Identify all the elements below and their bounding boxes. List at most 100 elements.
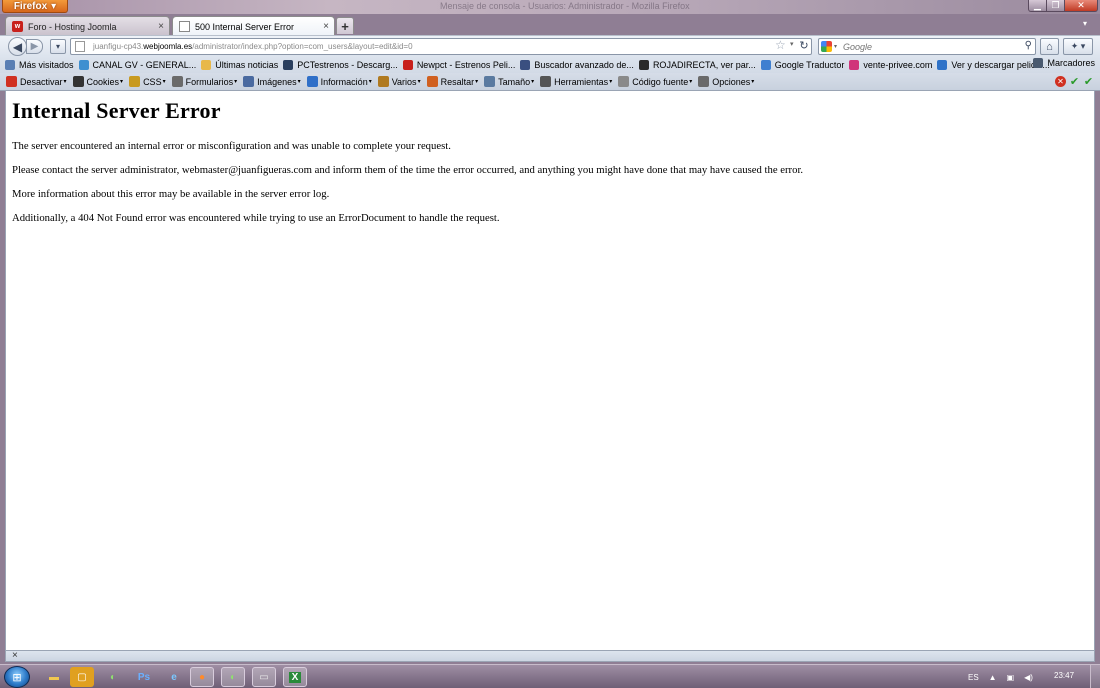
devtool-menu-button[interactable]: Código fuente ▾	[618, 76, 692, 87]
taskbar-window-button[interactable]: ▭	[252, 667, 276, 687]
addon-menu-button[interactable]: ✦ ▾	[1063, 38, 1093, 55]
misc-icon	[377, 76, 389, 87]
language-indicator[interactable]: ES	[968, 673, 979, 682]
back-button[interactable]: ◀	[8, 37, 27, 56]
volume-icon[interactable]: ◀)	[1024, 673, 1033, 682]
reload-button[interactable]: ↻	[797, 38, 811, 53]
taskbar-explorer-button[interactable]: ▬	[42, 667, 66, 687]
devtool-menu-button[interactable]: Desactivar ▾	[6, 76, 67, 87]
bookmark-item[interactable]: Buscador avanzado de...	[520, 59, 634, 70]
url-text[interactable]: juanfigu-cp43.webjoomla.es/administrator…	[93, 42, 413, 51]
devtool-label: Desactivar	[20, 76, 63, 87]
devtool-menu-button[interactable]: Resaltar ▾	[426, 76, 478, 87]
status-bar: ×	[5, 650, 1095, 662]
chevron-down-icon: ▾	[297, 79, 301, 85]
close-addon-bar-icon[interactable]: ×	[12, 650, 18, 661]
close-window-button[interactable]: ✕	[1064, 0, 1098, 12]
devtool-label: Imágenes	[257, 76, 297, 87]
film-icon	[283, 59, 294, 70]
chevron-down-icon: ▾	[689, 79, 693, 85]
taskbar-media-button[interactable]: ◐	[101, 667, 125, 687]
bookmark-item[interactable]: Newpct - Estrenos Peli...	[402, 59, 515, 70]
maximize-icon: ❐	[1051, 0, 1060, 10]
bookmark-item[interactable]: ROJADIRECTA, ver par...	[638, 59, 756, 70]
bookmarks-toolbar: Más visitados CANAL GV - GENERAL... Última…	[0, 56, 1100, 73]
puzzle-icon: ✦ ▾	[1070, 41, 1086, 51]
firefox-icon: ●	[198, 671, 206, 683]
taskbar-clock[interactable]: 23:47	[1054, 671, 1074, 680]
close-tab-icon[interactable]: ×	[158, 21, 164, 32]
maximize-button[interactable]: ❐	[1046, 0, 1065, 12]
bookmark-icon	[5, 59, 15, 70]
bookmark-item[interactable]: CANAL GV - GENERAL...	[78, 59, 197, 70]
taskbar-firefox-button[interactable]: ●	[190, 667, 214, 687]
photoshop-icon: Ps	[137, 671, 151, 683]
devtool-label: Herramientas	[554, 76, 609, 87]
bookmark-label: Más visitados	[19, 59, 74, 70]
bookmark-star-icon[interactable]: ☆	[775, 38, 786, 52]
search-bar[interactable]: ▾ ⚲	[818, 38, 1036, 55]
url-history-chevron-icon[interactable]: ▾	[790, 40, 794, 48]
taskbar-search-app-button[interactable]: ◐	[221, 667, 245, 687]
bookmark-item[interactable]: Últimas noticias	[201, 59, 278, 70]
bookmark-label: CANAL GV - GENERAL...	[92, 59, 197, 70]
validation-status: ✕ ✔ ✔	[1055, 76, 1094, 88]
bookmark-item[interactable]: PCTestrenos - Descarg...	[283, 59, 398, 70]
google-engine-icon[interactable]	[821, 41, 832, 52]
tab-foro-hosting-joomla[interactable]: w Foro - Hosting Joomla ×	[5, 16, 170, 36]
devtool-menu-button[interactable]: Opciones ▾	[698, 76, 754, 87]
devtool-label: Código fuente	[632, 76, 689, 87]
devtool-menu-button[interactable]: Herramientas ▾	[540, 76, 612, 87]
devtool-label: CSS	[143, 76, 162, 87]
bookmark-item[interactable]: Google Traductor	[760, 59, 845, 70]
tray-expand-icon[interactable]: ▲	[989, 673, 997, 682]
devtool-menu-button[interactable]: Varios ▾	[377, 76, 421, 87]
app-icon: ▢	[77, 671, 87, 683]
search-input[interactable]	[843, 41, 1024, 52]
search-engine-chevron-icon[interactable]: ▾	[834, 43, 837, 50]
network-icon[interactable]: ▣	[1007, 673, 1015, 682]
devtool-label: Varios	[391, 76, 417, 87]
bookmarks-menu-button[interactable]: Marcadores	[1033, 58, 1095, 68]
translate-icon	[760, 59, 771, 70]
start-button[interactable]: ⊞	[4, 666, 30, 688]
history-dropdown-button[interactable]: ▾	[50, 39, 66, 54]
devtool-menu-button[interactable]: Formularios ▾	[171, 76, 237, 87]
taskbar-photoshop-button[interactable]: Ps	[132, 667, 156, 687]
show-desktop-button[interactable]	[1090, 665, 1100, 688]
window-title: Mensaje de consola - Usuarios: Administr…	[440, 1, 690, 11]
devtool-menu-button[interactable]: Tamaño ▾	[484, 76, 534, 87]
taskbar-ie-button[interactable]: e	[162, 667, 186, 687]
page-identity-icon[interactable]	[75, 41, 85, 52]
devtool-menu-button[interactable]: CSS ▾	[129, 76, 166, 87]
home-button[interactable]: ⌂	[1040, 38, 1059, 55]
bookmark-item[interactable]: Más visitados	[5, 59, 74, 70]
bookmark-item[interactable]: vente-privee.com	[849, 59, 932, 70]
check-icon[interactable]: ✔	[1083, 76, 1094, 88]
bookmark-label: ROJADIRECTA, ver par...	[652, 59, 756, 70]
tab-label: Foro - Hosting Joomla	[28, 21, 117, 32]
tab-list-chevron-icon[interactable]: ▾	[1083, 19, 1087, 28]
check-icon[interactable]: ✔	[1069, 76, 1080, 88]
chevron-down-icon: ▾	[63, 79, 67, 85]
close-tab-icon[interactable]: ×	[323, 21, 329, 32]
rss-icon	[78, 59, 89, 70]
taskbar-app-button[interactable]: ▢	[70, 667, 94, 687]
error-status-icon[interactable]: ✕	[1055, 76, 1066, 87]
magnifier-search-icon[interactable]: ⚲	[1025, 40, 1032, 51]
bookmark-label: Google Traductor	[774, 59, 845, 70]
new-tab-button[interactable]: +	[336, 17, 354, 34]
firefox-menu-button[interactable]: Firefox ▾	[2, 0, 68, 13]
folder-icon	[201, 59, 212, 70]
address-bar[interactable]: juanfigu-cp43.webjoomla.es/administrator…	[70, 38, 812, 55]
devtool-menu-button[interactable]: Cookies ▾	[72, 76, 123, 87]
devtool-menu-button[interactable]: Imágenes ▾	[243, 76, 301, 87]
source-icon	[618, 76, 630, 87]
form-icon	[171, 76, 183, 87]
devtool-menu-button[interactable]: Información ▾	[306, 76, 372, 87]
person-icon	[72, 76, 84, 87]
forward-button[interactable]: ▶	[26, 39, 43, 54]
taskbar-excel-button[interactable]: X	[283, 667, 307, 687]
tab-500-error[interactable]: 500 Internal Server Error ×	[172, 16, 335, 36]
minimize-button[interactable]: ▁	[1028, 0, 1047, 12]
